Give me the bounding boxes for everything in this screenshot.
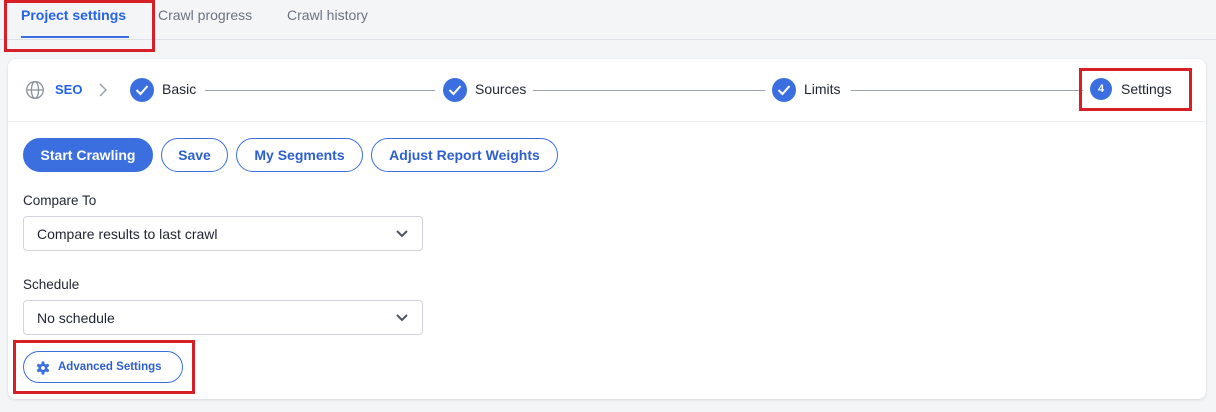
adjust-report-weights-button[interactable]: Adjust Report Weights: [371, 138, 558, 172]
step-settings[interactable]: Settings: [1121, 81, 1172, 97]
step-limits[interactable]: Limits: [804, 81, 841, 97]
step-limits-check-icon: [772, 78, 796, 102]
project-settings-card: SEO Basic Sources Limits 4 Settings Star…: [8, 59, 1206, 399]
globe-icon: [26, 81, 44, 99]
step-basic-check-icon: [130, 78, 154, 102]
advanced-settings-button[interactable]: Advanced Settings: [23, 351, 183, 383]
chevron-right-icon: [99, 83, 108, 97]
breadcrumb-seo[interactable]: SEO: [55, 82, 82, 97]
tab-crawl-progress[interactable]: Crawl progress: [158, 0, 252, 40]
tab-bar: Project settings Crawl progress Crawl hi…: [0, 0, 1216, 40]
step-connector: [851, 90, 1083, 91]
start-crawling-button[interactable]: Start Crawling: [23, 138, 153, 172]
schedule-select[interactable]: No schedule: [23, 300, 423, 335]
compare-to-value: Compare results to last crawl: [37, 226, 218, 242]
schedule-value: No schedule: [37, 310, 115, 326]
tab-crawl-history[interactable]: Crawl history: [287, 0, 368, 40]
save-button[interactable]: Save: [161, 138, 228, 172]
advanced-settings-label: Advanced Settings: [58, 361, 162, 373]
step-settings-number: 4: [1090, 78, 1112, 100]
step-sources-check-icon: [443, 78, 467, 102]
chevron-down-icon: [396, 314, 408, 322]
my-segments-button[interactable]: My Segments: [236, 138, 363, 172]
schedule-label: Schedule: [23, 277, 80, 292]
wizard-stepper: SEO Basic Sources Limits 4 Settings: [8, 59, 1206, 122]
gear-icon: [36, 361, 50, 375]
step-basic[interactable]: Basic: [162, 81, 196, 97]
step-connector: [205, 90, 435, 91]
step-connector: [533, 90, 765, 91]
compare-to-label: Compare To: [23, 193, 97, 208]
step-sources[interactable]: Sources: [475, 81, 526, 97]
tab-project-settings[interactable]: Project settings: [21, 0, 129, 40]
compare-to-select[interactable]: Compare results to last crawl: [23, 216, 423, 251]
chevron-down-icon: [396, 230, 408, 238]
